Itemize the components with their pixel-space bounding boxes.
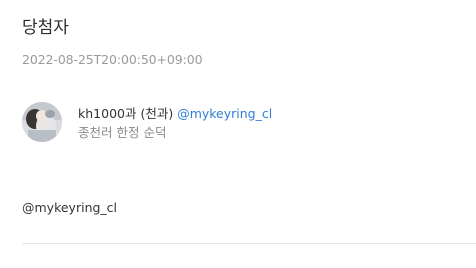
winner-description: 종천러 한정 순덕	[78, 125, 167, 140]
section-title: 당첨자	[22, 18, 69, 38]
winner-announcement: 당첨자 2022-08-25T20:00:50+09:00 kh1000과 (천…	[0, 0, 476, 268]
winner-entry: kh1000과 (천과) @mykeyring_cl 종천러 한정 순덕	[22, 102, 272, 142]
timestamp: 2022-08-25T20:00:50+09:00	[22, 52, 203, 67]
winner-name-line: kh1000과 (천과) @mykeyring_cl	[78, 105, 272, 122]
avatar-photo-icon	[22, 102, 62, 142]
winner-info: kh1000과 (천과) @mykeyring_cl 종천러 한정 순덕	[78, 105, 272, 141]
divider	[22, 243, 476, 244]
mention-text: @mykeyring_cl	[22, 200, 118, 215]
winner-name: kh1000과 (천과)	[78, 106, 174, 121]
winner-handle-link[interactable]: @mykeyring_cl	[177, 106, 272, 121]
avatar[interactable]	[22, 102, 62, 142]
